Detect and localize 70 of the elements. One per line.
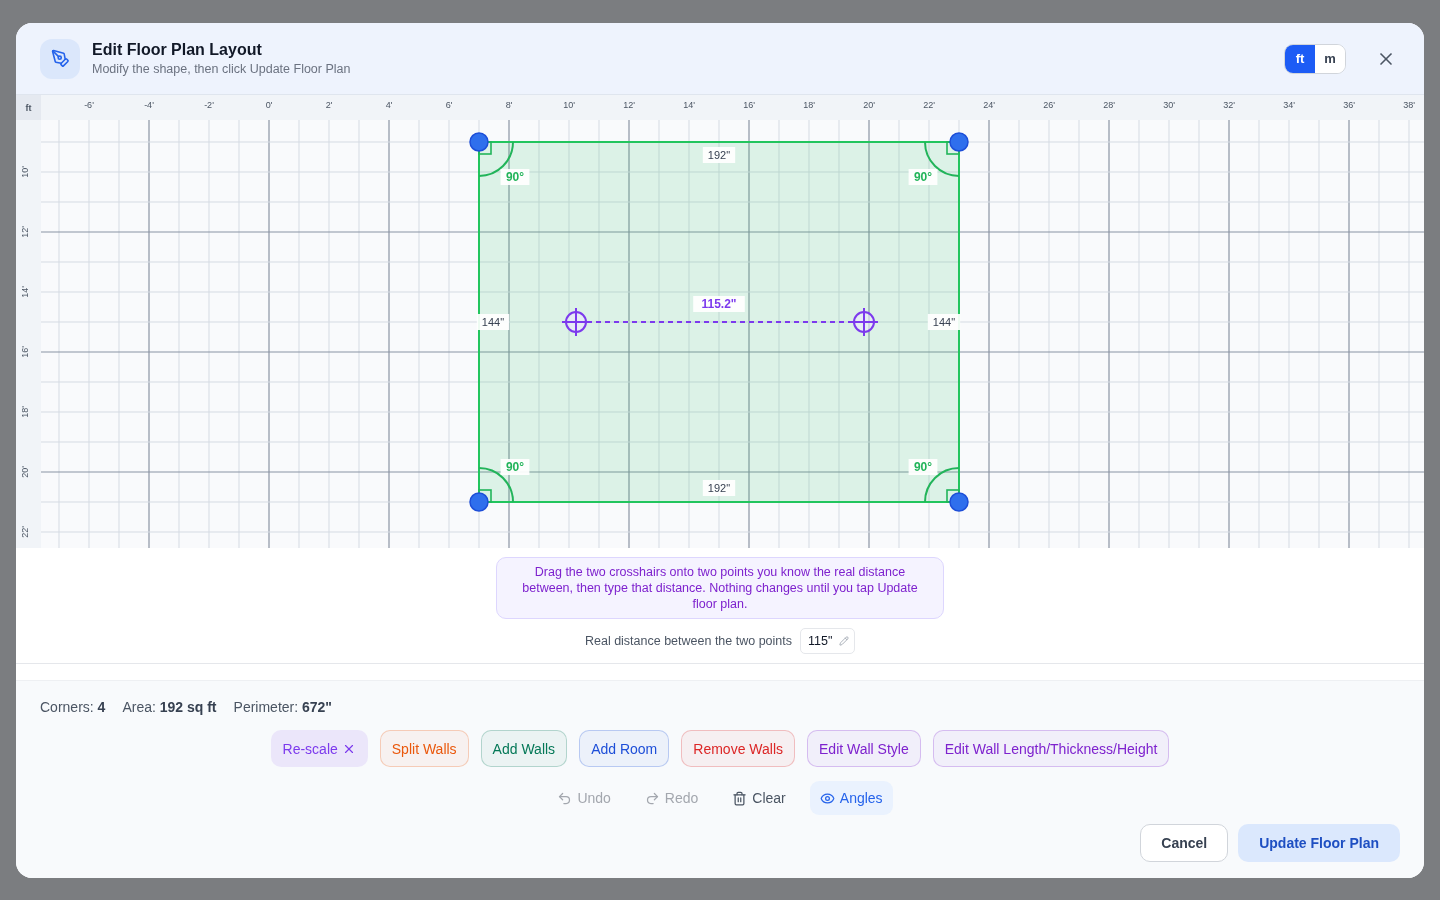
tool-button[interactable]: Edit Wall Style [807, 730, 921, 767]
stat-text: Corners: 4 [40, 699, 106, 715]
redo-icon [644, 790, 660, 806]
action-button[interactable]: Clear [722, 781, 796, 815]
unit-option[interactable]: ft [1285, 44, 1315, 73]
hint-message: Drag the two crosshairs onto two points you know the real distance between, then type that distance. Nothing changes until you tap Update floor plan. [496, 557, 944, 619]
ruler-label: 20' [863, 100, 875, 110]
corner-handle[interactable] [469, 132, 489, 152]
tool-button[interactable]: Re-scale [270, 730, 368, 767]
ruler-label: 8' [505, 100, 513, 110]
tool-button[interactable]: Remove Walls [681, 730, 795, 767]
ruler-label: 34' [1283, 100, 1295, 110]
ruler-label: 12' [623, 100, 635, 110]
corner-handle[interactable] [949, 132, 969, 152]
tool-button[interactable]: Split Walls [379, 730, 469, 767]
angle-label: 90° [908, 169, 938, 185]
tool-button[interactable]: Add Walls [480, 730, 568, 767]
ruler-label: 4' [385, 100, 393, 110]
ruler-label: 16' [743, 100, 755, 110]
undo-icon [557, 790, 573, 806]
cancel-button[interactable]: Cancel [1140, 824, 1229, 862]
tool-button[interactable]: Add Room [579, 730, 670, 767]
tool-button[interactable]: Edit Wall Length/Thickness/Height [932, 730, 1170, 767]
ruler-label: 32' [1223, 100, 1235, 110]
ruler-label: 38' [1403, 100, 1415, 110]
pencil-icon [839, 636, 850, 646]
wall-length-label: 192" [702, 147, 736, 163]
ruler-label: 6' [445, 100, 453, 110]
ruler-label: -6' [84, 100, 94, 110]
pen-tool-icon [40, 38, 80, 79]
ruler-label: -4' [144, 100, 154, 110]
eye-icon [819, 790, 835, 806]
stat-text: Perimeter: 672" [233, 699, 332, 715]
ruler-label: 12' [20, 226, 30, 238]
ruler-label: 18' [803, 100, 815, 110]
ruler-label: 30' [1163, 100, 1175, 110]
ruler-label: 14' [683, 100, 695, 110]
measure-label: 115.2" [693, 296, 745, 312]
floor-plan-canvas[interactable]: ft -6' -4' -2' 0' 2' 4' 6' 8' 10' 12' 14' 16' 18' 20' 22' 24' 26' 28' 30' 32' 34' 36' 38' 10' 12' 14' 16' 18' 20' 22' 90° 90° 90° 90° 192" 144" 192" 144" 115.2" [16, 95, 1424, 548]
wall-length-label: 144" [476, 314, 510, 330]
dialog-subtitle: Modify the shape, then click Update Floor Plan [92, 62, 352, 76]
angle-label: 90° [908, 459, 938, 475]
trash-icon [732, 790, 748, 806]
ruler-label: 16' [20, 346, 30, 358]
ruler-label: 22' [923, 100, 935, 110]
ruler-label: 26' [1043, 100, 1055, 110]
ruler-label: 28' [1103, 100, 1115, 110]
ruler-label: 10' [563, 100, 575, 110]
ruler-label: -2' [204, 100, 214, 110]
ruler-label: 2' [325, 100, 333, 110]
distance-label: Real distance between the two points [584, 634, 793, 648]
ruler-label: 0' [265, 100, 273, 110]
distance-field[interactable]: 115" [800, 628, 856, 654]
ruler-label: 24' [983, 100, 995, 110]
unit-corner: ft [16, 95, 41, 120]
angle-label: 90° [500, 169, 530, 185]
action-button[interactable]: Angles [809, 781, 893, 815]
ruler-label: 18' [20, 406, 30, 418]
ruler-label: 20' [20, 466, 30, 478]
corner-handle[interactable] [469, 492, 489, 512]
ruler-label: 22' [20, 526, 30, 538]
stat-text: Area: 192 sq ft [122, 699, 217, 715]
wall-length-label: 144" [927, 314, 961, 330]
ruler-label: 36' [1343, 100, 1355, 110]
corner-handle[interactable] [949, 492, 969, 512]
ruler-label: 10' [20, 166, 30, 178]
angle-label: 90° [500, 459, 530, 475]
dialog-title: Edit Floor Plan Layout [92, 41, 263, 59]
wall-length-label: 192" [702, 480, 736, 496]
ruler-label: 14' [20, 286, 30, 298]
